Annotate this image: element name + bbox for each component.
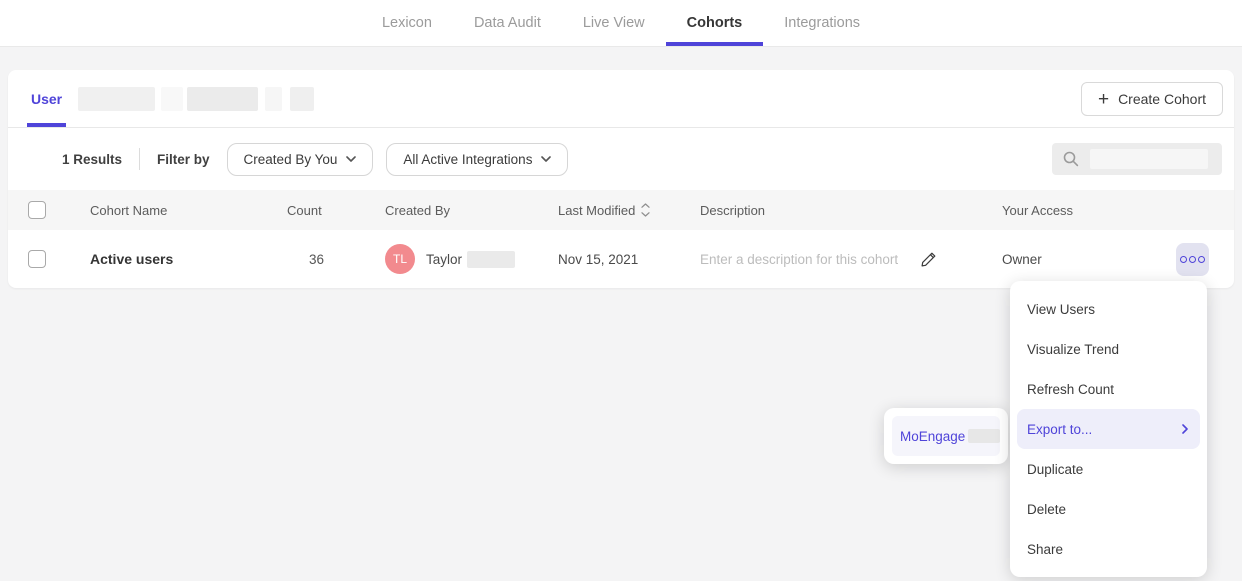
menu-item-label: View Users bbox=[1027, 302, 1095, 317]
access-level: Owner bbox=[1002, 252, 1176, 267]
tab-label: Data Audit bbox=[474, 15, 541, 31]
avatar: TL bbox=[385, 244, 415, 274]
header-last-modified[interactable]: Last Modified bbox=[558, 203, 700, 218]
header-label: Last Modified bbox=[558, 203, 635, 218]
header-count: Count bbox=[287, 203, 335, 218]
tab-user-cohorts[interactable]: User bbox=[27, 70, 66, 127]
redacted-block bbox=[467, 251, 515, 268]
redacted-block bbox=[265, 87, 282, 111]
divider bbox=[139, 148, 140, 170]
submenu-item-moengage[interactable]: MoEngage bbox=[892, 416, 1000, 456]
created-by-dropdown[interactable]: Created By You bbox=[227, 143, 374, 176]
last-modified-date: Nov 15, 2021 bbox=[558, 252, 700, 267]
tab-lexicon[interactable]: Lexicon bbox=[361, 0, 453, 46]
header-your-access: Your Access bbox=[1002, 203, 1176, 218]
table-header: Cohort Name Count Created By Last Modifi… bbox=[8, 190, 1234, 230]
cohort-name[interactable]: Active users bbox=[90, 251, 287, 267]
menu-item-label: Refresh Count bbox=[1027, 382, 1114, 397]
tab-cohorts[interactable]: Cohorts bbox=[666, 0, 764, 46]
description-cell[interactable]: Enter a description for this cohort bbox=[700, 251, 1002, 268]
menu-item-delete[interactable]: Delete bbox=[1010, 489, 1207, 529]
row-context-menu: View Users Visualize Trend Refresh Count… bbox=[1010, 281, 1207, 577]
menu-item-export-to[interactable]: Export to... bbox=[1017, 409, 1200, 449]
sort-icon bbox=[641, 203, 650, 217]
menu-item-label: Duplicate bbox=[1027, 462, 1083, 477]
view-tabs-row: User + Create Cohort bbox=[8, 70, 1234, 128]
active-tab-underline bbox=[27, 123, 66, 127]
header-description: Description bbox=[700, 203, 1002, 218]
menu-item-duplicate[interactable]: Duplicate bbox=[1010, 449, 1207, 489]
tab-label: User bbox=[31, 91, 62, 107]
tab-live-view[interactable]: Live View bbox=[562, 0, 666, 46]
submenu-item-label: MoEngage bbox=[900, 429, 965, 444]
menu-item-label: Share bbox=[1027, 542, 1063, 557]
filter-bar: 1 Results Filter by Created By You All A… bbox=[8, 128, 1234, 190]
tab-label: Integrations bbox=[784, 15, 860, 31]
redacted-block bbox=[968, 429, 1000, 443]
export-submenu: MoEngage bbox=[884, 408, 1008, 464]
redacted-block bbox=[1090, 149, 1208, 169]
ellipsis-icon bbox=[1180, 256, 1187, 263]
active-tab-underline bbox=[666, 42, 764, 46]
header-created-by: Created By bbox=[335, 203, 558, 218]
integrations-dropdown[interactable]: All Active Integrations bbox=[386, 143, 568, 176]
table-row: Active users 36 TL Taylor Nov 15, 2021 E… bbox=[8, 230, 1234, 288]
created-by-cell: TL Taylor bbox=[335, 244, 558, 274]
menu-item-share[interactable]: Share bbox=[1010, 529, 1207, 569]
ellipsis-icon bbox=[1189, 256, 1196, 263]
redacted-block bbox=[161, 87, 183, 111]
dropdown-value: All Active Integrations bbox=[403, 152, 532, 167]
cohort-count: 36 bbox=[287, 252, 335, 267]
tab-integrations[interactable]: Integrations bbox=[763, 0, 881, 46]
dropdown-value: Created By You bbox=[244, 152, 338, 167]
select-all-checkbox[interactable] bbox=[28, 201, 46, 219]
description-placeholder: Enter a description for this cohort bbox=[700, 252, 898, 267]
row-checkbox[interactable] bbox=[28, 250, 46, 268]
chevron-right-icon bbox=[1182, 424, 1188, 434]
create-cohort-label: Create Cohort bbox=[1118, 91, 1206, 107]
create-cohort-button[interactable]: + Create Cohort bbox=[1081, 82, 1223, 116]
menu-item-visualize-trend[interactable]: Visualize Trend bbox=[1010, 329, 1207, 369]
chevron-down-icon bbox=[346, 156, 356, 162]
ellipsis-icon bbox=[1198, 256, 1205, 263]
row-actions-button[interactable] bbox=[1176, 243, 1209, 276]
menu-item-view-users[interactable]: View Users bbox=[1010, 289, 1207, 329]
menu-item-refresh-count[interactable]: Refresh Count bbox=[1010, 369, 1207, 409]
top-nav: Lexicon Data Audit Live View Cohorts Int… bbox=[0, 0, 1242, 47]
filter-by-label: Filter by bbox=[157, 152, 210, 167]
chevron-down-icon bbox=[541, 156, 551, 162]
menu-item-label: Delete bbox=[1027, 502, 1066, 517]
redacted-block bbox=[187, 87, 258, 111]
created-by-name: Taylor bbox=[426, 252, 462, 267]
redacted-block bbox=[78, 87, 155, 111]
menu-item-label: Visualize Trend bbox=[1027, 342, 1119, 357]
tab-label: Live View bbox=[583, 15, 645, 31]
search-input[interactable] bbox=[1052, 143, 1222, 175]
header-cohort-name: Cohort Name bbox=[90, 203, 287, 218]
menu-item-label: Export to... bbox=[1027, 422, 1092, 437]
search-icon bbox=[1062, 150, 1080, 168]
tab-label: Lexicon bbox=[382, 15, 432, 31]
cohorts-page: Lexicon Data Audit Live View Cohorts Int… bbox=[0, 0, 1242, 581]
pencil-icon[interactable] bbox=[920, 251, 937, 268]
tab-label: Cohorts bbox=[687, 15, 743, 31]
redacted-block bbox=[290, 87, 314, 111]
plus-icon: + bbox=[1098, 90, 1109, 109]
results-count: 1 Results bbox=[62, 152, 122, 167]
cohorts-panel: User + Create Cohort 1 Results Filter by… bbox=[8, 70, 1234, 288]
tab-data-audit[interactable]: Data Audit bbox=[453, 0, 562, 46]
